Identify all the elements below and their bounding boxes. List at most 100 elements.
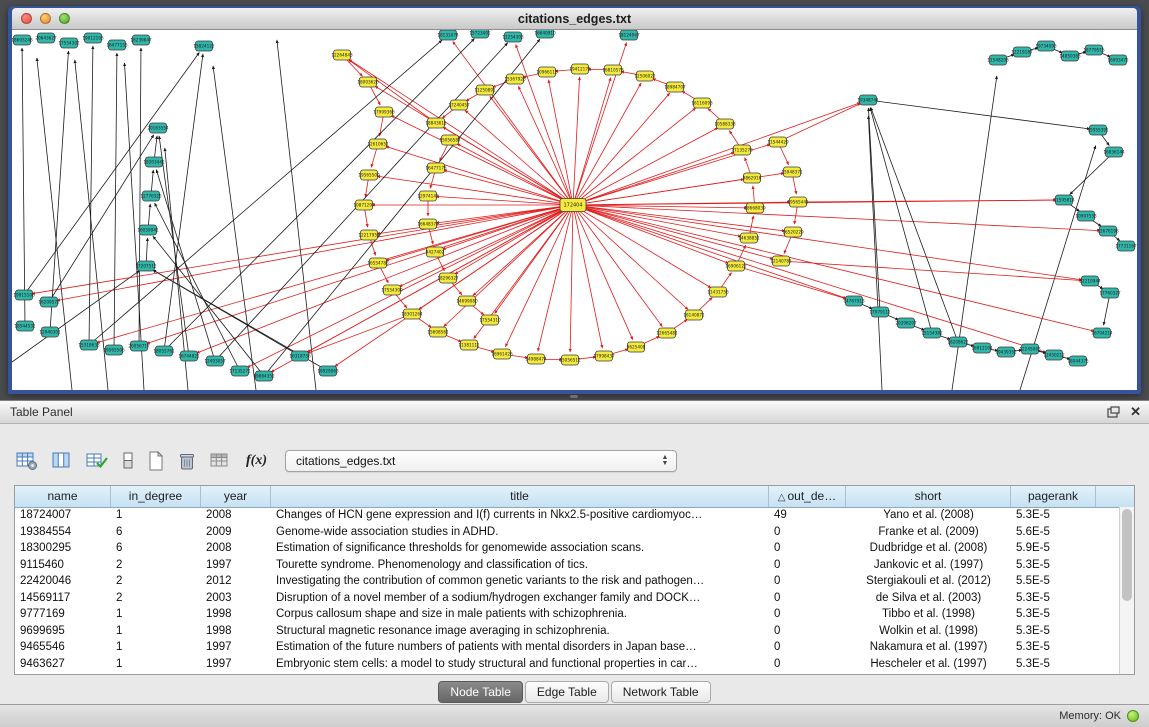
network-node[interactable]: 17979111 (869, 307, 891, 317)
network-node[interactable]: 16961426 (491, 349, 513, 359)
network-node[interactable]: 19734093 (1035, 41, 1057, 51)
network-edge[interactable] (573, 205, 741, 237)
table-row[interactable]: 911546021997Tourette syndrome. Phenomeno… (15, 557, 1119, 574)
network-edge[interactable] (573, 205, 1094, 331)
network-node[interactable]: 19412175 (569, 64, 591, 74)
close-button[interactable] (21, 13, 32, 24)
network-node[interactable]: 14638851 (738, 233, 760, 243)
pane-divider-grip[interactable] (570, 395, 578, 398)
columns-icon[interactable] (52, 449, 72, 473)
network-node[interactable]: 18131074 (437, 30, 459, 40)
delete-icon[interactable] (178, 449, 196, 473)
network-node[interactable]: 12974143 (417, 191, 439, 201)
network-node[interactable]: 14988474 (525, 354, 547, 364)
network-node[interactable]: 15318633 (78, 340, 100, 350)
network-node[interactable]: 14767913 (843, 296, 865, 306)
network-node[interactable]: 18779515 (1083, 45, 1105, 55)
tab-network-table[interactable]: Network Table (611, 681, 711, 703)
network-node[interactable]: 15367928 (504, 74, 526, 84)
network-node[interactable]: 16116093 (691, 98, 713, 108)
network-node[interactable]: 10997533 (1075, 211, 1097, 221)
column-header-short[interactable]: short (846, 486, 1011, 507)
import-table-icon[interactable] (210, 449, 232, 473)
minimize-button[interactable] (40, 13, 51, 24)
network-node[interactable]: 17998437 (593, 351, 615, 361)
network-node[interactable]: 18668039 (744, 203, 766, 213)
network-node[interactable]: 11595814 (1053, 195, 1075, 205)
network-edge[interactable] (778, 103, 861, 142)
network-node[interactable]: 16640910 (534, 30, 556, 38)
network-node[interactable]: 10966115 (536, 67, 558, 77)
network-node[interactable]: 19439352 (995, 347, 1017, 357)
network-edge[interactable] (573, 93, 670, 205)
network-node[interactable]: 17135271 (229, 366, 251, 376)
network-edge[interactable] (573, 205, 846, 298)
network-node[interactable]: 14699080 (456, 296, 478, 306)
network-node[interactable]: 18055761 (153, 346, 175, 356)
network-edge[interactable] (573, 108, 696, 205)
network-node[interactable]: 20056717 (128, 341, 150, 351)
network-edge[interactable] (24, 52, 199, 295)
network-edge[interactable] (573, 103, 860, 205)
table-settings-icon[interactable] (16, 449, 38, 473)
network-node[interactable]: 15948371 (781, 167, 803, 177)
network-node[interactable]: 16477175 (425, 163, 447, 173)
table-row[interactable]: 1456911722003Disruption of a novel membe… (15, 590, 1119, 607)
network-edge[interactable] (159, 136, 189, 356)
network-node[interactable]: 18124067 (618, 30, 640, 40)
tab-node-table[interactable]: Node Table (438, 681, 523, 703)
network-node[interactable]: 9427402 (426, 247, 445, 257)
network-node[interactable]: 18929063 (317, 366, 339, 376)
network-node[interactable]: 11250891 (474, 85, 496, 95)
network-node[interactable]: 11381111 (458, 340, 480, 350)
network-edge[interactable] (505, 205, 573, 347)
table-row[interactable]: 1872400712008Changes of HCN gene express… (15, 507, 1119, 524)
network-node[interactable]: 10588338 (714, 119, 736, 129)
function-icon[interactable]: f(x) (246, 449, 267, 473)
network-edge[interactable] (868, 116, 882, 390)
network-node[interactable]: 12940301 (39, 327, 61, 337)
network-edge[interactable] (32, 205, 573, 294)
network-edge[interactable] (573, 205, 1100, 231)
network-node[interactable]: 16744821 (178, 351, 200, 361)
network-node[interactable]: 12493057 (204, 356, 226, 366)
network-node[interactable]: 19565441 (787, 197, 809, 207)
network-edge[interactable] (89, 46, 93, 345)
network-node[interactable]: 15723401 (469, 30, 491, 38)
network-node[interactable]: 10871297 (353, 200, 375, 210)
network-edge[interactable] (399, 205, 573, 287)
memory-status-icon[interactable] (1127, 710, 1139, 722)
network-node[interactable]: 16477155 (106, 40, 128, 50)
table-row[interactable]: 2242004622012Investigating the contribut… (15, 573, 1119, 590)
network-node[interactable]: 12610651 (367, 139, 389, 149)
network-node[interactable]: 9625408 (627, 342, 646, 352)
network-node[interactable]: 15056584 (439, 135, 461, 145)
zoom-button[interactable] (59, 13, 70, 24)
network-edge[interactable] (277, 40, 316, 390)
table-selector-dropdown[interactable]: citations_edges.txt ▲ ▼ (285, 450, 677, 472)
table-body[interactable]: 1872400712008Changes of HCN gene express… (15, 507, 1119, 674)
network-node[interactable]: 15154382 (921, 328, 943, 338)
network-node[interactable]: 16912104 (971, 343, 993, 353)
network-edge[interactable] (573, 205, 711, 288)
tab-edge-table[interactable]: Edge Table (525, 681, 609, 703)
network-node[interactable]: 16209572 (38, 297, 60, 307)
network-edge[interactable] (573, 205, 602, 348)
network-node[interactable]: 12776325 (140, 191, 162, 201)
table-row[interactable]: 977716911998Corpus callosum shape and si… (15, 606, 1119, 623)
network-node[interactable]: 16906122 (725, 261, 747, 271)
network-node[interactable]: 17554300 (381, 285, 403, 295)
network-node[interactable]: 19565506 (103, 345, 125, 355)
network-edge[interactable] (781, 261, 1082, 280)
network-edge[interactable] (570, 205, 573, 352)
network-edge[interactable] (436, 196, 573, 205)
network-edge[interactable] (307, 314, 412, 353)
scrollbar-thumb[interactable] (1122, 509, 1132, 601)
network-edge[interactable] (196, 205, 573, 353)
network-node[interactable]: 172404 (560, 199, 586, 212)
network-node[interactable]: 15056512 (559, 355, 581, 365)
network-edge[interactable] (436, 205, 573, 223)
network-window-titlebar[interactable]: citations_edges.txt (12, 8, 1137, 30)
table-row[interactable]: 1830029562008Estimation of significance … (15, 540, 1119, 557)
network-node[interactable]: 19348744 (857, 95, 879, 105)
